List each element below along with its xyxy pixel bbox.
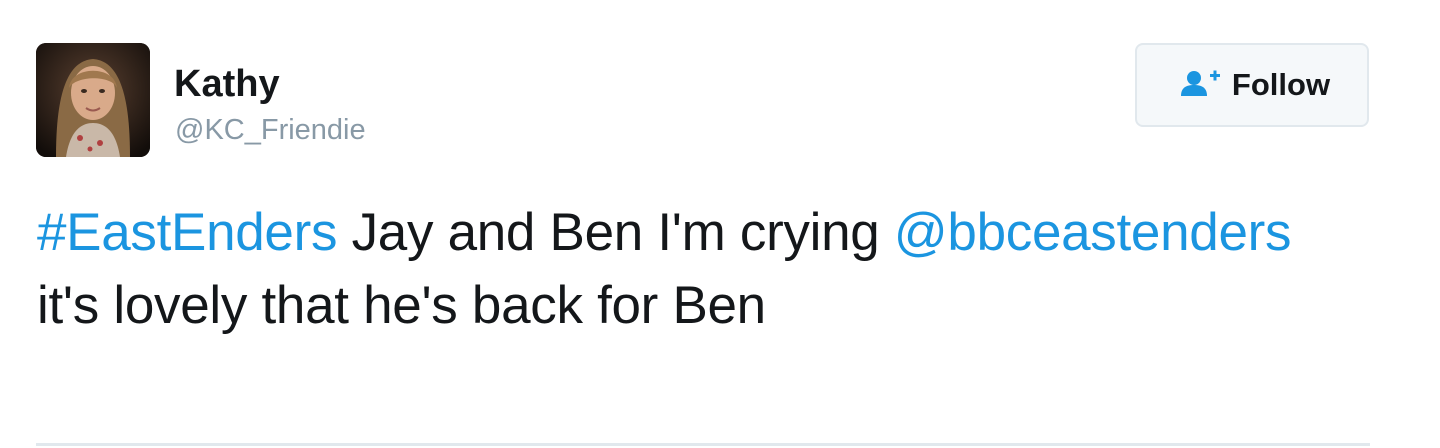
- tweet-text-segment: it's lovely that he's back for Ben: [37, 276, 766, 335]
- tweet-text: #EastEnders Jay and Ben I'm crying @bbce…: [37, 196, 1337, 342]
- add-user-icon: [1180, 70, 1220, 96]
- follow-label: Follow: [1231, 67, 1331, 102]
- tweet-text-segment: Jay and Ben I'm crying: [337, 203, 894, 262]
- profile-photo-icon: [36, 43, 150, 157]
- tweet-card: Kathy @KC_Friendie Follow #EastEnders Ja…: [0, 0, 1440, 448]
- hashtag-link[interactable]: #EastEnders: [37, 203, 337, 262]
- divider: [36, 443, 1370, 446]
- mention-link[interactable]: @bbceastenders: [894, 203, 1292, 262]
- user-handle[interactable]: @KC_Friendie: [175, 113, 366, 147]
- follow-button[interactable]: Follow: [1135, 43, 1369, 127]
- avatar[interactable]: [36, 43, 150, 157]
- display-name[interactable]: Kathy: [174, 62, 280, 106]
